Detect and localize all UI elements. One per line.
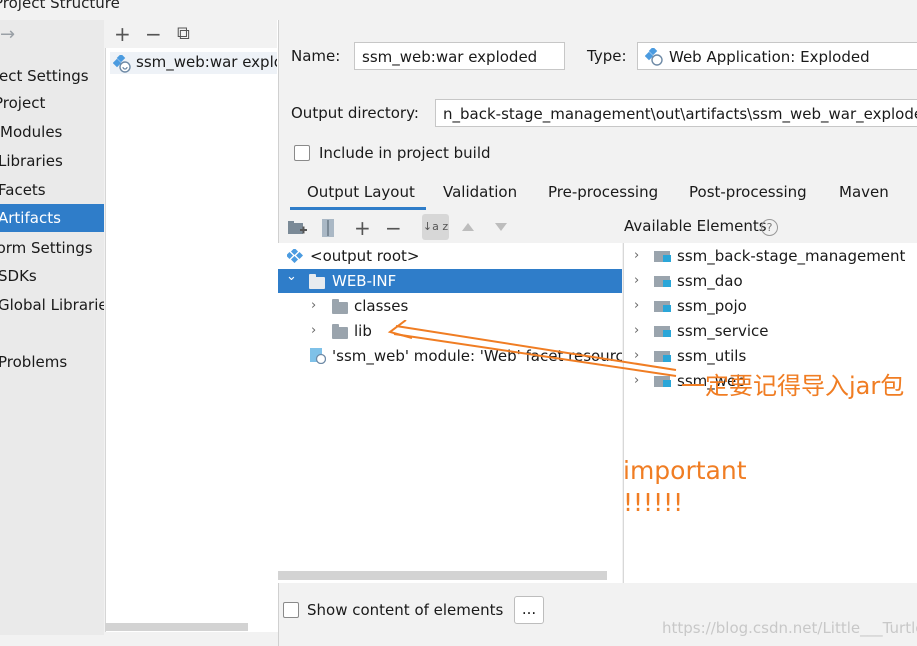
layout-toolbar: + − ↓a z xyxy=(278,212,622,242)
nav-project[interactable]: Project xyxy=(0,89,104,117)
show-content-checkbox[interactable] xyxy=(283,602,299,618)
window-title: Project Structure xyxy=(0,0,120,12)
type-select[interactable]: Web Application: Exploded xyxy=(637,42,917,70)
more-options-button[interactable]: ... xyxy=(514,596,544,624)
output-directory-label: Output directory: xyxy=(291,104,419,122)
available-item-label: ssm_service xyxy=(677,322,769,340)
web-facet-icon xyxy=(310,348,326,364)
nav-label: Artifacts xyxy=(0,209,61,227)
move-down-icon[interactable] xyxy=(494,222,508,232)
nav-label: Global Libraries xyxy=(0,296,104,314)
nav-facets[interactable]: Facets xyxy=(0,176,104,204)
folder-icon xyxy=(332,324,348,339)
nav-global-libraries[interactable]: Global Libraries xyxy=(0,291,104,319)
artifact-item-ssm-web[interactable]: ssm_web:war exploded xyxy=(110,52,277,74)
name-field[interactable]: ssm_web:war exploded xyxy=(354,42,565,70)
chevron-right-icon[interactable]: › xyxy=(311,294,316,318)
web-artifact-icon xyxy=(113,55,131,73)
artifact-toolbar: + − ⧉ xyxy=(105,20,277,48)
folder-icon xyxy=(309,274,325,289)
available-elements-list xyxy=(623,243,917,583)
tree-row-classes[interactable]: › classes xyxy=(278,294,622,318)
nav-label: Facets xyxy=(0,181,46,199)
help-icon[interactable]: ? xyxy=(761,219,778,236)
available-item-label: ssm_dao xyxy=(677,272,743,290)
watermark: https://blog.csdn.net/Little___Turtle xyxy=(662,619,917,637)
archive-icon[interactable] xyxy=(321,219,335,237)
copy-artifact-button[interactable]: ⧉ xyxy=(177,24,190,44)
back-arrow-icon[interactable]: → xyxy=(0,24,15,45)
nav-sdks[interactable]: SDKs xyxy=(0,262,104,290)
move-up-icon[interactable] xyxy=(461,222,475,232)
web-artifact-icon xyxy=(645,48,663,66)
tree-row-web-inf[interactable]: ⌄ WEB-INF xyxy=(278,269,622,293)
nav-problems[interactable]: Problems xyxy=(0,348,104,376)
tab-pre-processing[interactable]: Pre-processing xyxy=(548,183,658,201)
chevron-right-icon[interactable]: › xyxy=(634,294,639,318)
show-content-label: Show content of elements xyxy=(307,601,504,619)
annotation-important: important xyxy=(623,456,747,485)
remove-element-button[interactable]: − xyxy=(385,218,402,238)
nav-modules[interactable]: Modules xyxy=(0,118,104,146)
annotation-jar-note: 一定要记得导入jar包 xyxy=(681,372,905,400)
nav-label: Modules xyxy=(0,123,63,141)
add-artifact-button[interactable]: + xyxy=(114,24,131,44)
nav-label: Platform Settings xyxy=(0,239,93,257)
artifact-list-scrollbar[interactable] xyxy=(105,623,248,631)
nav-libraries[interactable]: Libraries xyxy=(0,147,104,175)
available-item-label: ssm_back-stage_management xyxy=(677,247,906,265)
tab-maven[interactable]: Maven xyxy=(839,183,889,201)
include-in-build-checkbox[interactable] xyxy=(294,145,310,161)
nav-platform-settings: Platform Settings xyxy=(0,234,104,262)
nav-label: SDKs xyxy=(0,267,37,285)
artifact-list xyxy=(105,20,278,632)
module-icon xyxy=(654,274,672,287)
sort-button[interactable]: ↓a z xyxy=(422,214,449,240)
name-label: Name: xyxy=(291,47,341,65)
tree-row-label: <output root> xyxy=(310,247,420,265)
nav-label: Project Settings xyxy=(0,67,89,85)
chevron-right-icon[interactable]: › xyxy=(634,244,639,268)
annotation-arrow xyxy=(387,320,677,377)
folder-icon xyxy=(332,299,348,314)
nav-label: Problems xyxy=(0,353,68,371)
tab-output-layout[interactable]: Output Layout xyxy=(307,183,415,201)
tree-row-label: WEB-INF xyxy=(332,272,397,290)
output-root-icon xyxy=(287,249,303,263)
remove-artifact-button[interactable]: − xyxy=(145,24,162,44)
type-label: Type: xyxy=(587,47,627,65)
nav-project-settings: Project Settings xyxy=(0,62,104,90)
tree-row-label: classes xyxy=(354,297,409,315)
nav-label: Project xyxy=(0,94,46,112)
nav-label: Libraries xyxy=(0,152,63,170)
artifact-item-label: ssm_web:war exploded xyxy=(136,53,277,71)
available-item-label: ssm_pojo xyxy=(677,297,747,315)
annotation-exclamations: !!!!!! xyxy=(623,488,684,517)
type-select-value: Web Application: Exploded xyxy=(669,48,870,66)
include-in-build-label: Include in project build xyxy=(319,144,491,162)
chevron-right-icon[interactable]: › xyxy=(634,269,639,293)
available-elements-title: Available Elements xyxy=(624,217,767,235)
create-directory-icon[interactable] xyxy=(288,220,308,236)
available-item-label: ssm_utils xyxy=(677,347,747,365)
layout-tree-scrollbar[interactable] xyxy=(278,571,607,580)
tab-post-processing[interactable]: Post-processing xyxy=(689,183,807,201)
chevron-right-icon[interactable]: › xyxy=(311,319,316,343)
tree-row-output-root[interactable]: <output root> xyxy=(278,244,622,268)
tab-validation[interactable]: Validation xyxy=(443,183,517,201)
output-directory-field[interactable]: n_back-stage_management\out\artifacts\ss… xyxy=(435,99,917,127)
active-tab-indicator xyxy=(290,207,426,210)
chevron-down-icon[interactable]: ⌄ xyxy=(286,269,297,289)
tree-row-label: lib xyxy=(354,322,372,340)
add-element-button[interactable]: + xyxy=(354,218,371,238)
module-icon xyxy=(654,249,672,262)
nav-artifacts[interactable]: Artifacts xyxy=(0,204,104,232)
module-icon xyxy=(654,299,672,312)
